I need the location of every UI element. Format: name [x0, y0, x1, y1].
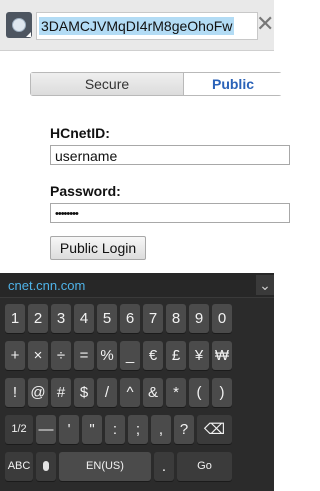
key-0[interactable]: 0 [212, 304, 232, 333]
key-page-toggle[interactable]: 1/2 [5, 415, 33, 444]
key-3[interactable]: 3 [51, 304, 71, 333]
username-input[interactable]: username [50, 145, 290, 165]
key-go[interactable]: Go [177, 452, 232, 481]
close-icon[interactable]: ✕ [256, 10, 274, 38]
suggestion-bar: cnet.cnn.com ⌄ [0, 273, 274, 298]
key-percent[interactable]: % [97, 341, 117, 370]
url-text: 3DAMCJVMqDI4rM8geOhoFw [39, 17, 235, 35]
key-yen[interactable]: ¥ [189, 341, 209, 370]
password-input[interactable]: •••••••• [50, 203, 290, 223]
site-info-button[interactable] [6, 12, 32, 38]
key-5[interactable]: 5 [97, 304, 117, 333]
key-hash[interactable]: # [51, 378, 71, 407]
key-4[interactable]: 4 [74, 304, 94, 333]
key-euro[interactable]: € [143, 341, 163, 370]
key-2[interactable]: 2 [28, 304, 48, 333]
globe-icon [12, 18, 26, 32]
key-exclaim[interactable]: ! [5, 378, 25, 407]
key-comma[interactable]: , [151, 415, 171, 444]
key-pound[interactable]: £ [166, 341, 186, 370]
browser-top-bar: 3DAMCJVMqDI4rM8geOhoFw ✕ [0, 0, 274, 51]
key-underscore[interactable]: _ [120, 341, 140, 370]
backspace-icon[interactable]: ⌫ [197, 415, 232, 444]
key-7[interactable]: 7 [143, 304, 163, 333]
key-period[interactable]: . [154, 452, 174, 481]
key-at[interactable]: @ [28, 378, 48, 407]
key-quote[interactable]: " [82, 415, 102, 444]
key-semicolon[interactable]: ; [128, 415, 148, 444]
microphone-icon[interactable] [36, 452, 56, 481]
key-dash[interactable]: — [36, 415, 56, 444]
key-9[interactable]: 9 [189, 304, 209, 333]
key-dollar[interactable]: $ [74, 378, 94, 407]
key-equals[interactable]: = [74, 341, 94, 370]
key-1[interactable]: 1 [5, 304, 25, 333]
url-field[interactable]: 3DAMCJVMqDI4rM8geOhoFw [36, 12, 258, 40]
key-plus[interactable]: + [5, 341, 25, 370]
key-space[interactable]: EN(US) [59, 452, 151, 481]
key-won[interactable]: ₩ [212, 341, 232, 370]
key-colon[interactable]: : [105, 415, 125, 444]
tab-public[interactable]: Public [183, 73, 282, 95]
password-label: Password: [50, 183, 121, 199]
key-caret[interactable]: ^ [120, 378, 140, 407]
key-apostrophe[interactable]: ' [59, 415, 79, 444]
login-type-tabs: Secure Public [30, 72, 282, 96]
key-abc[interactable]: ABC [5, 452, 33, 481]
hcnetid-label: HCnetID: [50, 125, 110, 141]
key-multiply[interactable]: × [28, 341, 48, 370]
key-8[interactable]: 8 [166, 304, 186, 333]
suggestion-item[interactable]: cnet.cnn.com [8, 278, 85, 293]
public-login-button[interactable]: Public Login [50, 236, 146, 260]
key-ampersand[interactable]: & [143, 378, 163, 407]
onscreen-keyboard: cnet.cnn.com ⌄ 1 2 3 4 5 6 7 8 9 0 + × ÷… [0, 273, 274, 491]
key-slash[interactable]: / [97, 378, 117, 407]
key-open-paren[interactable]: ( [189, 378, 209, 407]
tab-secure[interactable]: Secure [31, 73, 183, 95]
key-6[interactable]: 6 [120, 304, 140, 333]
chevron-down-icon[interactable]: ⌄ [256, 275, 274, 295]
key-question[interactable]: ? [174, 415, 194, 444]
key-asterisk[interactable]: * [166, 378, 186, 407]
key-close-paren[interactable]: ) [212, 378, 232, 407]
key-divide[interactable]: ÷ [51, 341, 71, 370]
